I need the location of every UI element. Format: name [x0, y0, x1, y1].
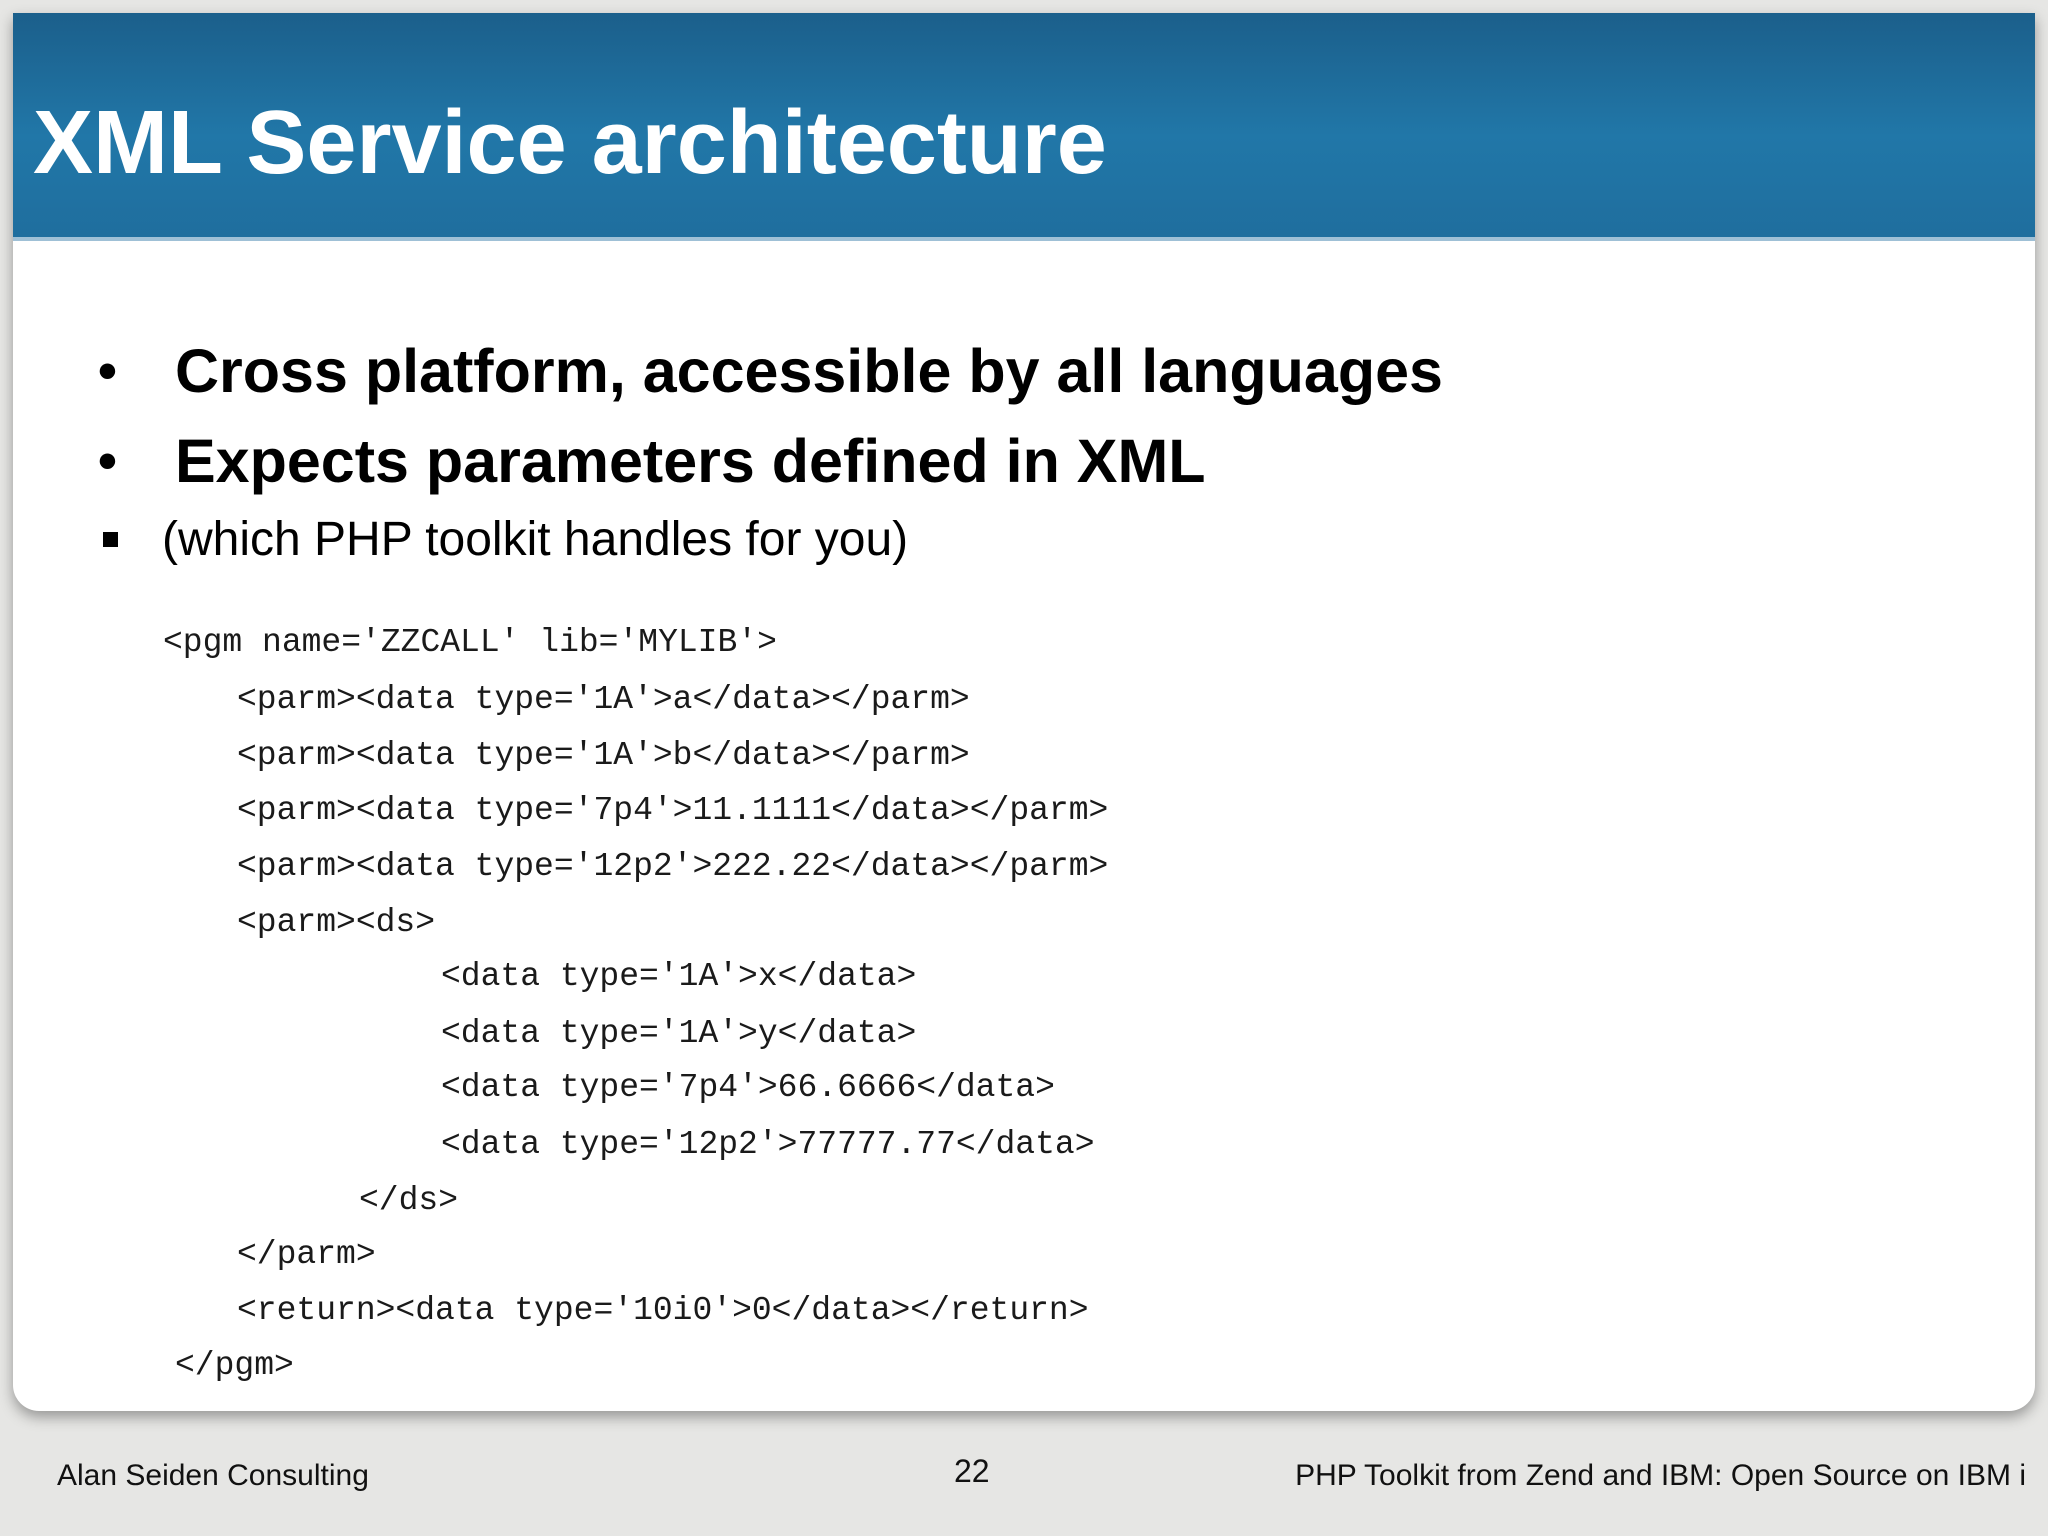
code-block: <pgm name='ZZCALL' lib='MYLIB'> <parm><d…	[13, 13, 2035, 1411]
code-line: </ds>	[359, 1182, 459, 1219]
code-line: <data type='1A'>x</data>	[441, 958, 917, 995]
slide-frame: XML Service architecture • Cross platfor…	[0, 0, 2048, 1536]
code-line: <data type='12p2'>77777.77</data>	[441, 1126, 1095, 1163]
code-line: <parm><data type='7p4'>11.1111</data></p…	[237, 792, 1109, 829]
code-line: <parm><data type='1A'>a</data></parm>	[237, 681, 970, 718]
code-line: </pgm>	[175, 1347, 294, 1384]
footer-company: Alan Seiden Consulting	[57, 1459, 369, 1492]
code-line: <return><data type='10i0'>0</data></retu…	[237, 1292, 1089, 1329]
code-line: <parm><ds>	[237, 904, 436, 941]
code-line: <data type='7p4'>66.6666</data>	[441, 1069, 1055, 1106]
slide-card: XML Service architecture • Cross platfor…	[13, 13, 2035, 1411]
code-line: <parm><data type='12p2'>222.22</data></p…	[237, 848, 1109, 885]
page-number: 22	[954, 1453, 990, 1489]
code-line: <data type='1A'>y</data>	[441, 1015, 917, 1052]
code-line: </parm>	[237, 1236, 376, 1273]
code-line: <pgm name='ZZCALL' lib='MYLIB'>	[163, 624, 777, 661]
footer-presentation-title: PHP Toolkit from Zend and IBM: Open Sour…	[1295, 1459, 2026, 1492]
code-line: <parm><data type='1A'>b</data></parm>	[237, 737, 970, 774]
